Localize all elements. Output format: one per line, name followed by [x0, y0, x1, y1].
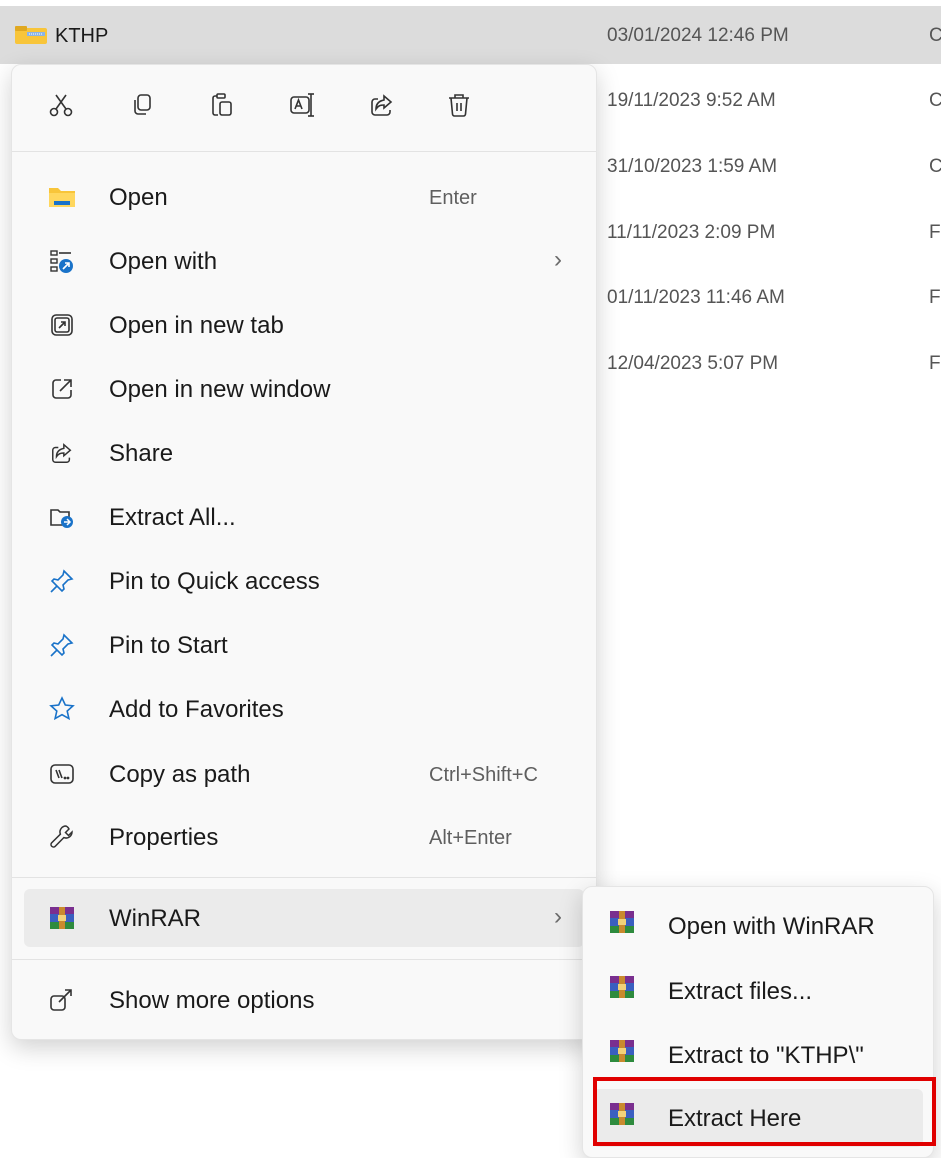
copy-icon [134, 94, 151, 115]
zip-folder-icon [15, 26, 47, 49]
menu-item-label: Share [109, 440, 174, 467]
shortcut-text: Enter [429, 187, 477, 209]
trash-icon [449, 94, 469, 117]
paste-icon [212, 93, 232, 116]
chevron-right-icon: › [554, 246, 562, 273]
menu-item-share[interactable]: Share [24, 424, 584, 482]
submenu-item-label: Extract to "KTHP\" [668, 1042, 864, 1069]
share-button[interactable] [362, 85, 402, 125]
share-icon [371, 94, 393, 116]
menu-item-label: Copy as path [109, 761, 251, 788]
date-modified: 03/01/2024 12:46 PM [607, 25, 789, 46]
menu-item-open-with[interactable]: Open with › [24, 232, 584, 290]
menu-item-open-new-window[interactable]: Open in new window [24, 360, 584, 418]
menu-item-pin-quick-access[interactable]: Pin to Quick access [24, 552, 584, 610]
date-modified: 19/11/2023 9:52 AM [607, 90, 776, 111]
menu-item-label: Open in new tab [109, 312, 284, 339]
submenu-item-label: Extract files... [668, 978, 813, 1005]
menu-item-open[interactable]: Open Enter [24, 168, 584, 226]
submenu-item-label: Extract Here [668, 1105, 802, 1132]
menu-item-winrar[interactable]: WinRAR › [24, 889, 584, 947]
menu-item-label: Pin to Start [109, 632, 228, 659]
cut-button[interactable] [41, 85, 81, 125]
pin-icon [48, 631, 76, 659]
wrench-icon [48, 823, 76, 851]
menu-item-add-favorites[interactable]: Add to Favorites [24, 680, 584, 738]
submenu-item-extract-here[interactable]: Extract Here [593, 1089, 923, 1147]
scissors-icon [49, 94, 73, 117]
menu-item-label: WinRAR [109, 905, 202, 932]
file-type: F [929, 353, 941, 374]
shortcut-text: Ctrl+Shift+C [429, 764, 538, 786]
pin-icon [48, 567, 76, 595]
more-options-icon [48, 986, 76, 1014]
winrar-icon [609, 1103, 635, 1130]
menu-item-extract-all[interactable]: Extract All... [24, 488, 584, 546]
menu-item-label: Pin to Quick access [109, 568, 320, 595]
menu-item-open-new-tab[interactable]: Open in new tab [24, 296, 584, 354]
share-icon [48, 439, 76, 467]
open-with-icon [48, 247, 76, 275]
extract-icon [48, 503, 76, 531]
date-modified: 31/10/2023 1:59 AM [607, 156, 778, 177]
file-row-kthp[interactable]: KTHP [0, 6, 941, 64]
winrar-icon [609, 1040, 635, 1067]
shortcut-text: Alt+Enter [429, 827, 512, 849]
menu-item-label: Show more options [109, 987, 315, 1014]
file-type: C [929, 25, 941, 46]
delete-button[interactable] [439, 85, 479, 125]
rename-icon [290, 93, 314, 117]
menu-item-show-more-options[interactable]: Show more options [24, 971, 584, 1029]
paste-button[interactable] [202, 85, 242, 125]
menu-item-label: Open with [109, 248, 218, 275]
rename-button[interactable] [282, 85, 322, 125]
file-type: C [929, 156, 941, 177]
context-toolbar [12, 65, 596, 151]
path-icon [48, 760, 76, 788]
submenu-item-extract-to-folder[interactable]: Extract to "KTHP\" [593, 1026, 923, 1084]
submenu-item-extract-files[interactable]: Extract files... [593, 962, 923, 1020]
divider [12, 959, 596, 960]
menu-item-copy-as-path[interactable]: Copy as path Ctrl+Shift+C [24, 745, 584, 803]
menu-item-label: Properties [109, 824, 219, 851]
date-modified: 12/04/2023 5:07 PM [607, 353, 779, 374]
submenu-item-label: Open with WinRAR [668, 913, 875, 940]
winrar-icon [609, 911, 635, 938]
date-modified: 11/11/2023 2:09 PM [607, 222, 776, 243]
new-tab-icon [48, 311, 76, 339]
divider [12, 151, 596, 152]
context-menu: Open Enter Open with › Open in new tab O… [11, 64, 597, 1040]
file-type: C [929, 90, 941, 111]
file-type: F [929, 287, 941, 308]
folder-icon [48, 183, 76, 211]
submenu-item-open-with-winrar[interactable]: Open with WinRAR [593, 897, 923, 955]
menu-item-label: Open in new window [109, 376, 331, 403]
menu-item-label: Open [109, 184, 168, 211]
menu-item-label: Add to Favorites [109, 696, 284, 723]
menu-item-properties[interactable]: Properties Alt+Enter [24, 808, 584, 866]
chevron-right-icon: › [554, 903, 562, 930]
menu-item-pin-start[interactable]: Pin to Start [24, 616, 584, 674]
file-name: KTHP [55, 25, 109, 47]
winrar-icon [609, 976, 635, 1003]
menu-item-label: Extract All... [109, 504, 236, 531]
winrar-icon [48, 904, 76, 932]
star-icon [48, 695, 76, 723]
copy-button[interactable] [122, 85, 162, 125]
date-modified: 01/11/2023 11:46 AM [607, 287, 785, 308]
new-window-icon [48, 375, 76, 403]
divider [12, 877, 596, 878]
file-type: F [929, 222, 941, 243]
winrar-submenu: Open with WinRAR Extract files... Extrac… [582, 886, 934, 1158]
